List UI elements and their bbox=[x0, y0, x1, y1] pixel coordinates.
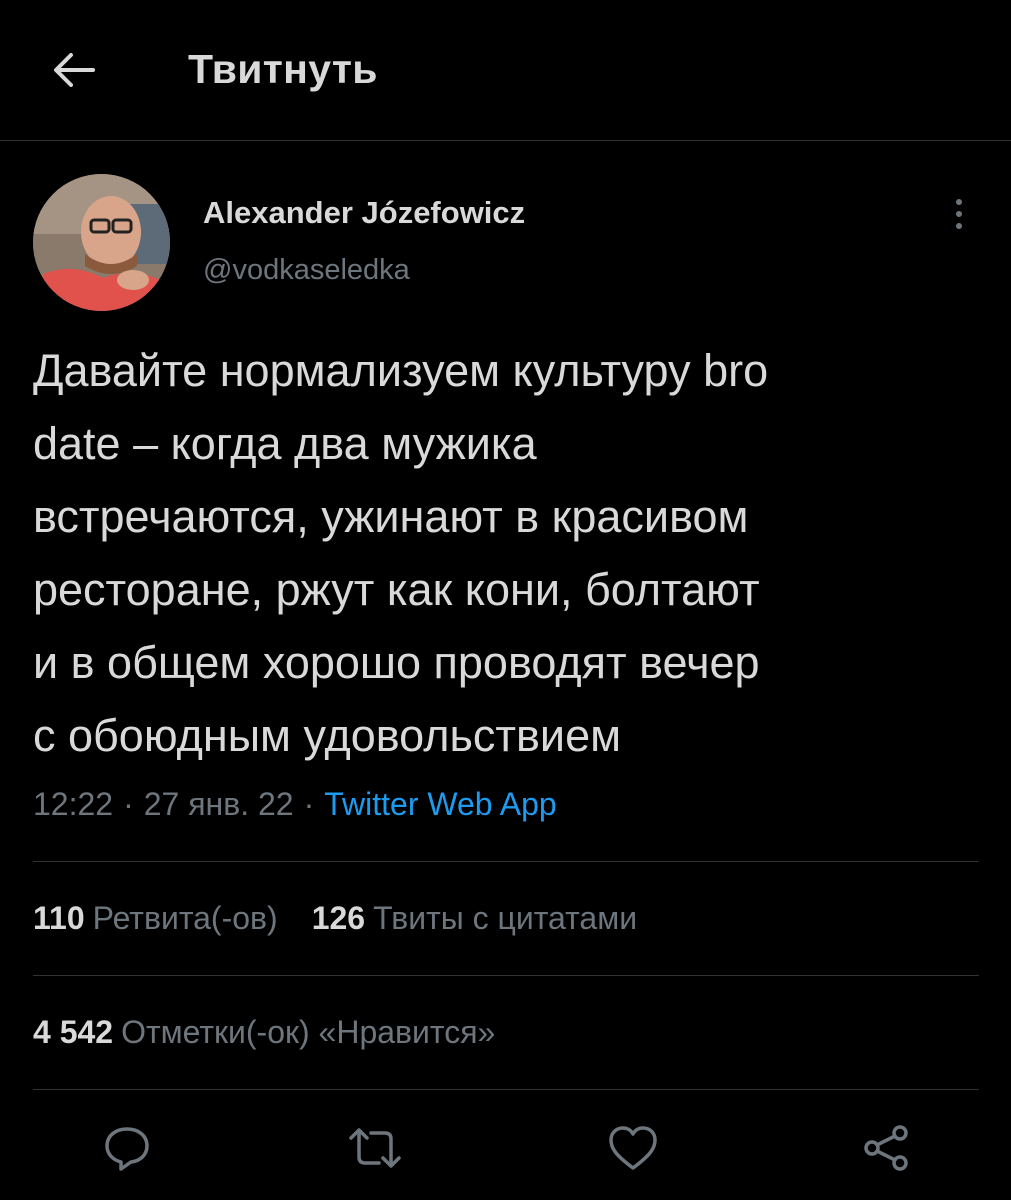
tweet-source-link[interactable]: Twitter Web App bbox=[324, 786, 556, 822]
tweet-detail-page: Твитнуть Alexander Józefowicz @vodkasele… bbox=[0, 0, 1011, 1200]
tweet-meta: 12:22 · 27 янв. 22 · Twitter Web App bbox=[33, 786, 557, 823]
tweet-line: с обоюдным удовольствием bbox=[33, 710, 622, 761]
author-name[interactable]: Alexander Józefowicz bbox=[203, 195, 525, 231]
divider bbox=[33, 975, 979, 976]
likes-stats-row: 4 542 Отметки(-ок) «Нравится» bbox=[33, 1014, 495, 1051]
retweet-icon bbox=[349, 1128, 401, 1168]
tweet-line: ресторане, ржут как кони, болтают bbox=[33, 564, 760, 615]
quotes-count: 126 bbox=[311, 900, 366, 936]
reply-icon bbox=[105, 1127, 149, 1171]
tweet-date[interactable]: 27 янв. 22 bbox=[144, 786, 294, 822]
tweet-line: и в общем хорошо проводят вечер bbox=[33, 637, 760, 688]
tweet-line: встречаются, ужинают в красивом bbox=[33, 491, 749, 542]
tweet-line: Давайте нормализуем культуру bro bbox=[33, 345, 769, 396]
retweets-count: 110 bbox=[33, 900, 85, 936]
back-button[interactable] bbox=[40, 44, 106, 96]
retweet-stats-row: 110 Ретвита(-ов) 126 Твиты с цитатами bbox=[33, 900, 637, 937]
top-bar: Твитнуть bbox=[0, 0, 1011, 141]
share-icon bbox=[864, 1125, 908, 1171]
tweet-line: date – когда два мужика bbox=[33, 418, 537, 469]
page-title: Твитнуть bbox=[188, 46, 378, 92]
tweet-text: Давайте нормализуем культуру bro date – … bbox=[33, 334, 983, 772]
divider bbox=[33, 861, 979, 862]
meta-separator: · bbox=[123, 786, 134, 822]
more-vertical-icon bbox=[956, 211, 962, 217]
more-vertical-icon bbox=[956, 199, 962, 205]
meta-separator: · bbox=[303, 786, 315, 822]
tweet-actions bbox=[0, 1118, 1011, 1178]
more-vertical-icon bbox=[956, 223, 962, 229]
quotes-stat[interactable]: 126 Твиты с цитатами bbox=[312, 900, 637, 937]
avatar[interactable] bbox=[33, 174, 170, 311]
likes-label: Отметки(-ок) «Нравится» bbox=[121, 1014, 496, 1050]
retweets-label: Ретвита(-ов) bbox=[92, 900, 278, 936]
tweet-time[interactable]: 12:22 bbox=[33, 786, 113, 822]
avatar-photo bbox=[33, 174, 170, 311]
reply-button[interactable] bbox=[97, 1118, 157, 1178]
likes-count: 4 542 bbox=[33, 1014, 114, 1050]
quotes-label: Твиты с цитатами bbox=[373, 900, 638, 936]
retweet-button[interactable] bbox=[345, 1118, 405, 1178]
retweets-stat[interactable]: 110 Ретвита(-ов) bbox=[33, 900, 278, 937]
back-arrow-icon bbox=[54, 53, 95, 87]
like-icon bbox=[609, 1126, 657, 1170]
share-button[interactable] bbox=[856, 1118, 916, 1178]
likes-stat[interactable]: 4 542 Отметки(-ок) «Нравится» bbox=[33, 1014, 495, 1051]
divider bbox=[33, 1089, 979, 1090]
more-options-button[interactable] bbox=[944, 192, 974, 236]
author-handle[interactable]: @vodkaseledka bbox=[203, 254, 410, 287]
like-button[interactable] bbox=[603, 1118, 663, 1178]
